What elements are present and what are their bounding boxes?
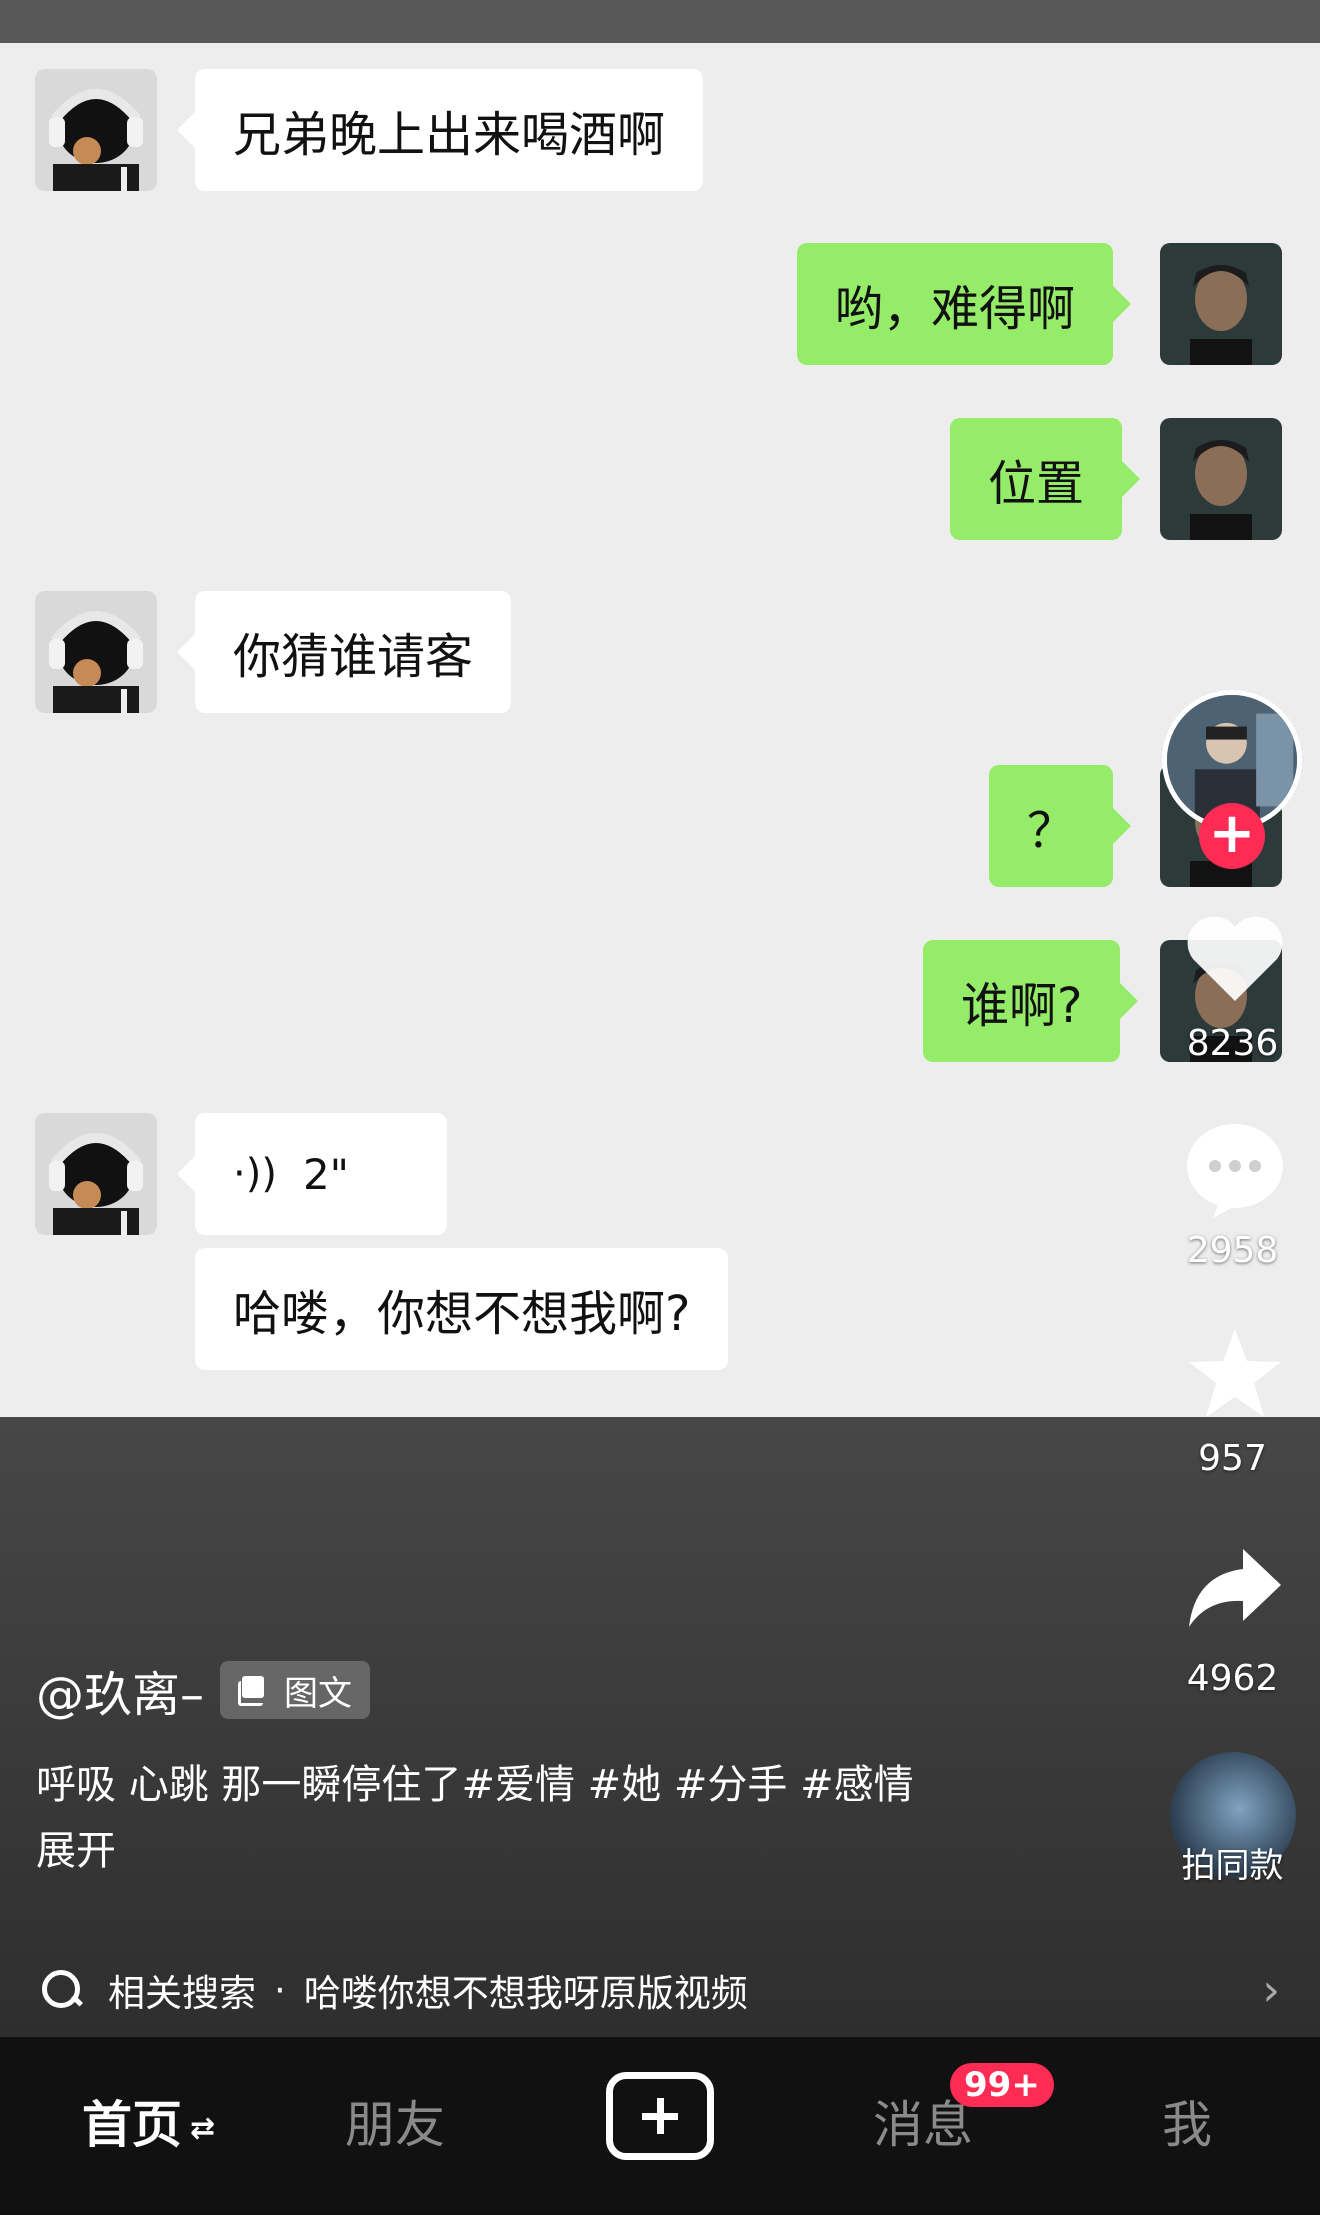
hashtag[interactable]: #感情 — [800, 1762, 914, 1808]
chat-message-right: 位置 — [950, 418, 1141, 540]
chevron-right-icon: › — [1262, 1965, 1280, 2016]
chat-message-left: 兄弟晚上出来喝酒啊 — [176, 69, 704, 191]
tab-me[interactable]: 我 — [1162, 2085, 1212, 2157]
hashtag[interactable]: #分手 — [674, 1762, 788, 1808]
tab-friends[interactable]: 朋友 — [345, 2085, 445, 2157]
messages-badge: 99+ — [950, 2063, 1054, 2107]
follow-plus-button[interactable]: + — [1199, 803, 1265, 869]
like-button[interactable] — [1160, 915, 1310, 1009]
friend-avatar — [35, 1113, 157, 1235]
self-avatar — [1160, 418, 1282, 540]
chat-message-left: 哈喽，你想不想我啊? — [195, 1248, 729, 1370]
related-search-query: 哈喽你想不想我呀原版视频 — [303, 1972, 748, 2015]
expand-link[interactable]: 展开 — [36, 1818, 914, 1884]
status-bar — [0, 0, 1320, 43]
caption-line: 呼吸 心跳 那一瞬停住了#爱情 #她 #分手 #感情 — [36, 1752, 914, 1818]
self-avatar — [1160, 243, 1282, 365]
like-count: 8236 — [1186, 1023, 1279, 1064]
share-button[interactable] — [1160, 1545, 1310, 1635]
separator: · — [274, 1968, 286, 2012]
caption-text: 呼吸 心跳 那一瞬停住了 — [36, 1762, 462, 1808]
voice-duration: 2" — [302, 1149, 349, 1199]
friend-avatar — [35, 591, 157, 713]
tab-home-label: 首页 — [82, 2096, 182, 2154]
heart-icon — [1187, 916, 1283, 1001]
friend-avatar — [35, 69, 157, 191]
comment-button[interactable] — [1160, 1120, 1310, 1224]
share-arrow-icon — [1189, 1549, 1281, 1627]
related-search-label: 相关搜索 — [108, 1972, 256, 2015]
tab-home[interactable]: 首页 ⇄ — [82, 2085, 215, 2157]
swap-icon: ⇄ — [190, 2111, 216, 2146]
chat-message-right: 谁啊? — [923, 940, 1140, 1062]
author-name[interactable]: @玖离– — [36, 1655, 204, 1725]
hashtag[interactable]: #她 — [588, 1762, 662, 1808]
comment-icon — [1187, 1124, 1283, 1218]
chat-message-left: 你猜谁请客 — [176, 591, 512, 713]
message-text: 哈喽，你想不想我啊? — [233, 1286, 691, 1342]
chat-message-right: ？ — [989, 765, 1132, 887]
share-count: 4962 — [1186, 1658, 1279, 1699]
voice-wave-icon: ·)) — [233, 1151, 277, 1197]
image-text-icon — [238, 1676, 266, 1706]
message-text: 位置 — [988, 456, 1085, 512]
content-type-label: 图文 — [284, 1673, 353, 1714]
author-row: @玖离– 图文 — [36, 1655, 371, 1725]
create-plus-button[interactable] — [606, 2072, 714, 2160]
message-text: 你猜谁请客 — [233, 629, 474, 685]
chat-screenshot: 兄弟晚上出来喝酒啊 哟，难得啊 位置 你猜谁请客 ？ 谁啊? ·)) 2" 哈喽… — [0, 43, 1320, 1417]
message-text: ？ — [1027, 803, 1076, 859]
star-icon — [1189, 1329, 1281, 1417]
message-text: 哟，难得啊 — [835, 281, 1076, 337]
content-type-chip: 图文 — [220, 1661, 371, 1719]
chat-message-right: 哟，难得啊 — [797, 243, 1132, 365]
same-style-label: 拍同款 — [1181, 1846, 1284, 1886]
favorite-count: 957 — [1198, 1438, 1267, 1479]
favorite-button[interactable] — [1160, 1325, 1310, 1425]
message-text: 兄弟晚上出来喝酒啊 — [233, 107, 666, 163]
related-search-bar[interactable]: 相关搜索 · 哈喽你想不想我呀原版视频 › — [0, 1943, 1320, 2037]
bottom-tab-bar: 首页 ⇄ 朋友 消息 99+ 我 — [0, 2037, 1320, 2215]
caption: 呼吸 心跳 那一瞬停住了#爱情 #她 #分手 #感情 展开 — [36, 1752, 914, 1884]
search-icon — [40, 1968, 84, 2012]
message-text: 谁啊? — [961, 978, 1083, 1034]
hashtag[interactable]: #爱情 — [461, 1762, 575, 1808]
comment-count: 2958 — [1186, 1230, 1279, 1271]
voice-message: ·)) 2" — [177, 1113, 447, 1235]
